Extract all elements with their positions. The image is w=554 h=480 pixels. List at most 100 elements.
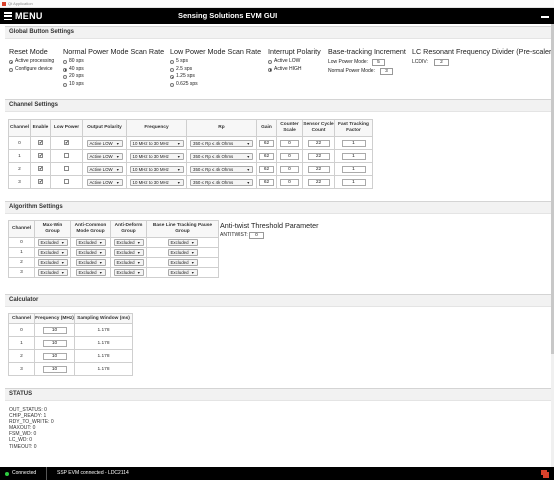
normal-scan-rate-option[interactable]: 40 sps <box>63 66 164 74</box>
table-cell: Excluded ▼ <box>70 247 111 258</box>
radio-button[interactable] <box>170 75 174 79</box>
enable-checkbox[interactable]: ✔ <box>38 153 43 159</box>
frequency-input[interactable]: 10 <box>42 365 67 373</box>
gain-input[interactable]: 62 <box>259 178 274 186</box>
radio-button[interactable] <box>170 60 174 64</box>
anti-common-mode-select[interactable]: Excluded ▼ <box>75 269 106 276</box>
antitwist-input[interactable]: 0 <box>249 232 264 239</box>
low-scan-rate-option[interactable]: 1.25 sps <box>170 73 261 81</box>
radio-button[interactable] <box>63 82 67 87</box>
interrupt-polarity-heading: Interrupt Polarity <box>268 47 321 56</box>
radio-button[interactable] <box>170 67 174 72</box>
rp-select[interactable]: 350 ≤ Rp ≤ 4k Ohms ▼ <box>190 152 253 160</box>
low-power-increment-input[interactable]: 5 <box>372 59 385 66</box>
fast-tracking-input[interactable]: 1 <box>341 152 366 160</box>
dropdown-arrow-icon: ▼ <box>190 271 195 275</box>
low-scan-rate-option[interactable]: 5 sps <box>170 58 261 66</box>
normal-power-increment-input[interactable]: 3 <box>380 68 393 75</box>
sensor-cycle-count-input[interactable]: 22 <box>307 178 330 186</box>
normal-scan-rate-option[interactable]: 20 sps <box>63 73 164 81</box>
baseline-pause-select[interactable]: Excluded ▼ <box>167 239 198 246</box>
radio-button[interactable] <box>63 67 67 72</box>
counter-scale-input[interactable]: 0 <box>280 165 299 173</box>
frequency-select[interactable]: 10 MHz to 30 MHz ▼ <box>129 139 184 147</box>
reset-mode-option[interactable]: Active processing <box>9 58 54 66</box>
frequency-input[interactable]: 10 <box>42 352 67 360</box>
baseline-pause-select[interactable]: Excluded ▼ <box>167 269 198 276</box>
gain-input[interactable]: 62 <box>259 165 274 173</box>
rp-select[interactable]: 350 ≤ Rp ≤ 4k Ohms ▼ <box>190 178 253 186</box>
table-cell: 22 <box>302 175 335 189</box>
antitwist-heading: Anti-twist Threshold Parameter <box>220 221 319 230</box>
table-cell: 10 MHz to 30 MHz ▼ <box>126 149 187 163</box>
radio-button[interactable] <box>63 60 67 64</box>
baseline-pause-select[interactable]: Excluded ▼ <box>167 259 198 266</box>
counter-scale-input[interactable]: 0 <box>280 152 299 160</box>
anti-common-mode-select[interactable]: Excluded ▼ <box>75 239 106 246</box>
frequency-select[interactable]: 10 MHz to 30 MHz ▼ <box>129 178 184 186</box>
low-scan-rate-option[interactable]: 0.625 sps <box>170 81 261 89</box>
table-row: 3 Excluded ▼ Excluded ▼ Excluded ▼ Excluded ▼ <box>8 267 219 278</box>
lcdiv-input[interactable]: 2 <box>434 59 449 66</box>
fast-tracking-input[interactable]: 1 <box>341 139 366 147</box>
gain-input[interactable]: 62 <box>259 152 274 160</box>
minimize-icon[interactable] <box>540 11 550 21</box>
section-header: Channel Settings <box>5 100 554 112</box>
baseline-pause-select[interactable]: Excluded ▼ <box>167 249 198 256</box>
anti-deform-select[interactable]: Excluded ▼ <box>113 239 144 246</box>
enable-checkbox[interactable]: ✔ <box>38 166 43 172</box>
sensor-cycle-count-input[interactable]: 22 <box>307 152 330 160</box>
hamburger-menu-icon[interactable] <box>4 12 12 21</box>
counter-scale-input[interactable]: 0 <box>280 139 299 147</box>
radio-button[interactable] <box>268 60 272 64</box>
radio-button[interactable] <box>9 60 13 64</box>
low-power-checkbox[interactable] <box>64 166 69 172</box>
output-polarity-select[interactable]: Active LOW ▼ <box>86 139 123 147</box>
sensor-cycle-count-input[interactable]: 22 <box>307 139 330 147</box>
fast-tracking-input[interactable]: 1 <box>341 178 366 186</box>
dropdown-arrow-icon: ▼ <box>98 261 103 265</box>
gain-input[interactable]: 62 <box>259 139 274 147</box>
low-power-checkbox[interactable]: ✔ <box>64 140 69 146</box>
lcdiv-label: LCDIV: <box>412 59 428 65</box>
counter-scale-input[interactable]: 0 <box>280 178 299 186</box>
section-title: Global Button Settings <box>9 29 74 35</box>
anti-common-mode-select[interactable]: Excluded ▼ <box>75 249 106 256</box>
anti-common-mode-select[interactable]: Excluded ▼ <box>75 259 106 266</box>
sensor-cycle-count-input[interactable]: 22 <box>307 165 330 173</box>
rp-select[interactable]: 350 ≤ Rp ≤ 4k Ohms ▼ <box>190 139 253 147</box>
menu-button[interactable]: MENU <box>15 8 43 24</box>
radio-button[interactable] <box>268 67 272 72</box>
output-polarity-select[interactable]: Active LOW ▼ <box>86 152 123 160</box>
radio-button[interactable] <box>9 67 13 72</box>
low-scan-rate-option[interactable]: 2.5 sps <box>170 66 261 74</box>
rp-select[interactable]: 350 ≤ Rp ≤ 4k Ohms ▼ <box>190 165 253 173</box>
frequency-select[interactable]: 10 MHz to 30 MHz ▼ <box>129 165 184 173</box>
enable-checkbox[interactable]: ✔ <box>38 179 43 185</box>
fast-tracking-input[interactable]: 1 <box>341 165 366 173</box>
max-win-group-select[interactable]: Excluded ▼ <box>37 259 68 266</box>
normal-scan-rate-option[interactable]: 10 sps <box>63 81 164 89</box>
anti-deform-select[interactable]: Excluded ▼ <box>113 249 144 256</box>
output-polarity-select[interactable]: Active LOW ▼ <box>86 178 123 186</box>
frequency-input[interactable]: 10 <box>42 339 67 347</box>
interrupt-polarity-option-label: Active LOW <box>274 58 301 64</box>
anti-deform-select[interactable]: Excluded ▼ <box>113 259 144 266</box>
normal-scan-rate-option[interactable]: 80 sps <box>63 58 164 66</box>
low-power-checkbox[interactable] <box>64 153 69 159</box>
interrupt-polarity-option[interactable]: Active HIGH <box>268 66 321 74</box>
low-power-checkbox[interactable] <box>64 179 69 185</box>
frequency-select[interactable]: 10 MHz to 30 MHz ▼ <box>129 152 184 160</box>
enable-checkbox[interactable]: ✔ <box>38 140 43 146</box>
max-win-group-select[interactable]: Excluded ▼ <box>37 239 68 246</box>
radio-button[interactable] <box>63 75 67 79</box>
anti-deform-select[interactable]: Excluded ▼ <box>113 269 144 276</box>
frequency-input[interactable]: 10 <box>42 326 67 334</box>
dropdown-arrow-icon: ▼ <box>136 251 141 255</box>
reset-mode-option[interactable]: Configure device <box>9 66 54 74</box>
max-win-group-select[interactable]: Excluded ▼ <box>37 249 68 256</box>
output-polarity-select[interactable]: Active LOW ▼ <box>86 165 123 173</box>
radio-button[interactable] <box>170 82 174 87</box>
max-win-group-select[interactable]: Excluded ▼ <box>37 269 68 276</box>
interrupt-polarity-option[interactable]: Active LOW <box>268 58 321 66</box>
